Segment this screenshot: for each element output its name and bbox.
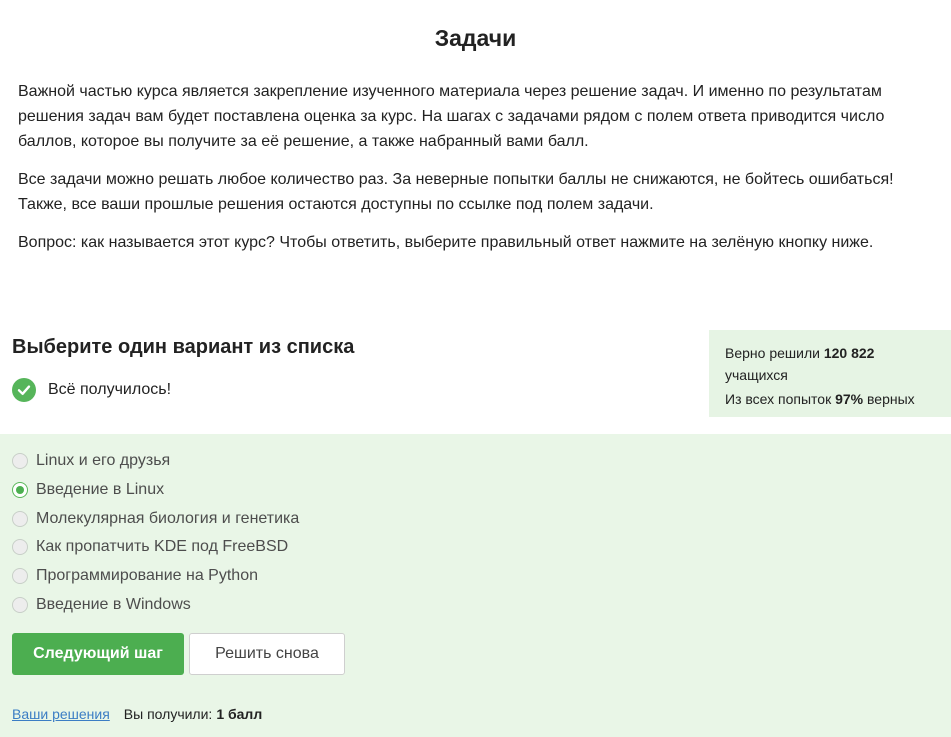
choice-label: Linux и его друзья	[36, 452, 171, 470]
choice-label: Введение в Windows	[36, 595, 191, 613]
solved-prefix: Верно решили	[725, 345, 820, 361]
choice-option[interactable]: Введение в Windows	[12, 590, 299, 619]
solved-stat: Верно решили 120 822 учащихся	[725, 342, 941, 386]
choice-label: Введение в Linux	[36, 481, 165, 499]
choice-label: Молекулярная биология и генетика	[36, 509, 300, 527]
choice-option[interactable]: Как пропатчить KDE под FreeBSD	[12, 533, 299, 562]
choice-label: Программирование на Python	[36, 567, 258, 585]
choice-list: Linux и его друзья Введение в Linux Моле…	[12, 447, 299, 619]
next-step-button[interactable]: Следующий шаг	[12, 633, 184, 675]
intro-paragraph: Важной частью курса является закрепление…	[18, 83, 885, 150]
submission-footer: Ваши решения Вы получили: 1 балл	[12, 706, 262, 722]
solved-suffix: учащихся	[725, 367, 788, 383]
stats-panel: Верно решили 120 822 учащихся Из всех по…	[709, 330, 951, 417]
choice-option[interactable]: Молекулярная биология и генетика	[12, 504, 299, 533]
score-value: 1 балл	[216, 706, 263, 722]
success-message: Всё получилось!	[12, 377, 171, 403]
radio-button[interactable]	[12, 453, 28, 470]
attempts-percent: 97%	[835, 391, 864, 407]
radio-button[interactable]	[12, 596, 28, 613]
choice-option[interactable]: Linux и его друзья	[12, 447, 299, 476]
radio-button[interactable]	[12, 539, 28, 556]
attempts-suffix: верных	[867, 391, 915, 407]
radio-button-selected[interactable]	[12, 482, 28, 499]
score-label: Вы получили:	[123, 706, 213, 722]
attempts-prefix: Из всех попыток	[725, 391, 832, 407]
radio-dot-icon	[16, 486, 24, 495]
your-solutions-link[interactable]: Ваши решения	[12, 706, 110, 722]
attempts-stat: Из всех попыток 97% верных	[725, 388, 941, 410]
question-text: Вопрос: как называется этот курс? Чтобы …	[18, 234, 874, 251]
solve-again-button[interactable]: Решить снова	[189, 633, 345, 675]
choice-label: Как пропатчить KDE под FreeBSD	[36, 538, 289, 556]
step-text: Важной частью курса является закрепление…	[18, 79, 933, 268]
choice-option[interactable]: Введение в Linux	[12, 476, 299, 505]
step-page: Задачи Важной частью курса является закр…	[0, 0, 951, 737]
radio-button[interactable]	[12, 568, 28, 585]
success-text: Всё получилось!	[48, 381, 172, 398]
check-circle-icon	[12, 378, 36, 402]
radio-button[interactable]	[12, 510, 28, 527]
choice-option[interactable]: Программирование на Python	[12, 562, 299, 591]
page-title: Задачи	[434, 25, 517, 51]
intro-paragraph: Все задачи можно решать любое количество…	[18, 171, 894, 213]
solved-count: 120 822	[823, 345, 875, 361]
quiz-heading: Выберите один вариант из списка	[12, 336, 355, 358]
